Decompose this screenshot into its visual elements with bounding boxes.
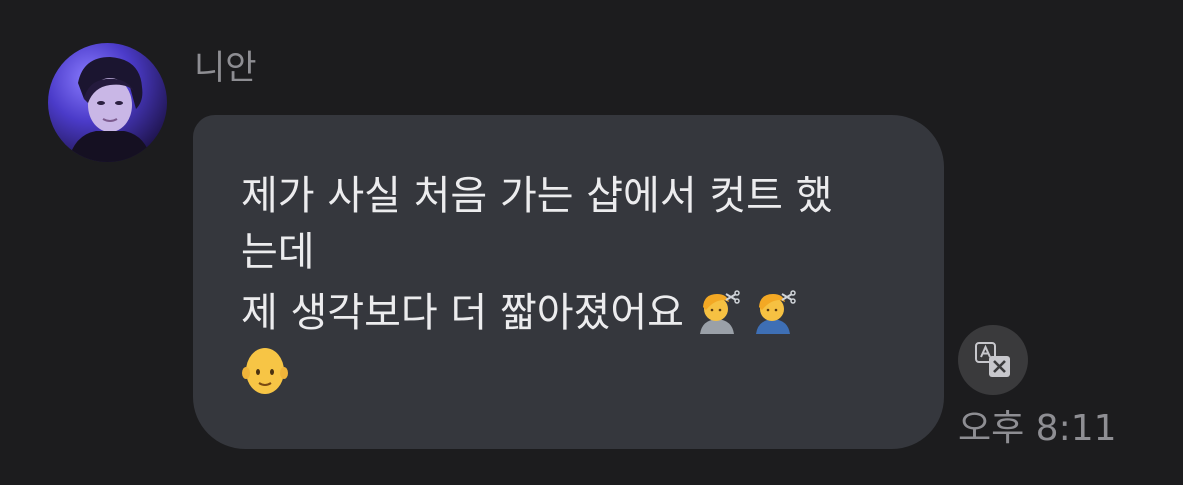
message-line — [241, 341, 289, 397]
message-line-text: 제 생각보다 더 짧아졌어요 — [241, 290, 684, 336]
message-line: 제가 사실 처음 가는 샵에서 컷트 했 — [241, 173, 833, 219]
message-line: 제 생각보다 더 짧아졌어요 — [241, 285, 796, 341]
translate-button[interactable] — [958, 325, 1028, 395]
sender-name: 니안 — [194, 48, 257, 88]
avatar-photo — [48, 43, 167, 162]
bald-face-emoji — [241, 346, 289, 396]
translate-icon — [975, 342, 1010, 377]
sender-avatar[interactable] — [48, 43, 167, 162]
person-getting-haircut-emoji — [694, 288, 740, 334]
message-line: 는데 — [241, 229, 315, 275]
person-getting-haircut-emoji — [750, 288, 796, 334]
message-timestamp: 오후 8:11 — [958, 408, 1117, 449]
message-bubble[interactable]: 제가 사실 처음 가는 샵에서 컷트 했 는데 제 생각보다 더 짧아졌어요 — [193, 115, 944, 449]
